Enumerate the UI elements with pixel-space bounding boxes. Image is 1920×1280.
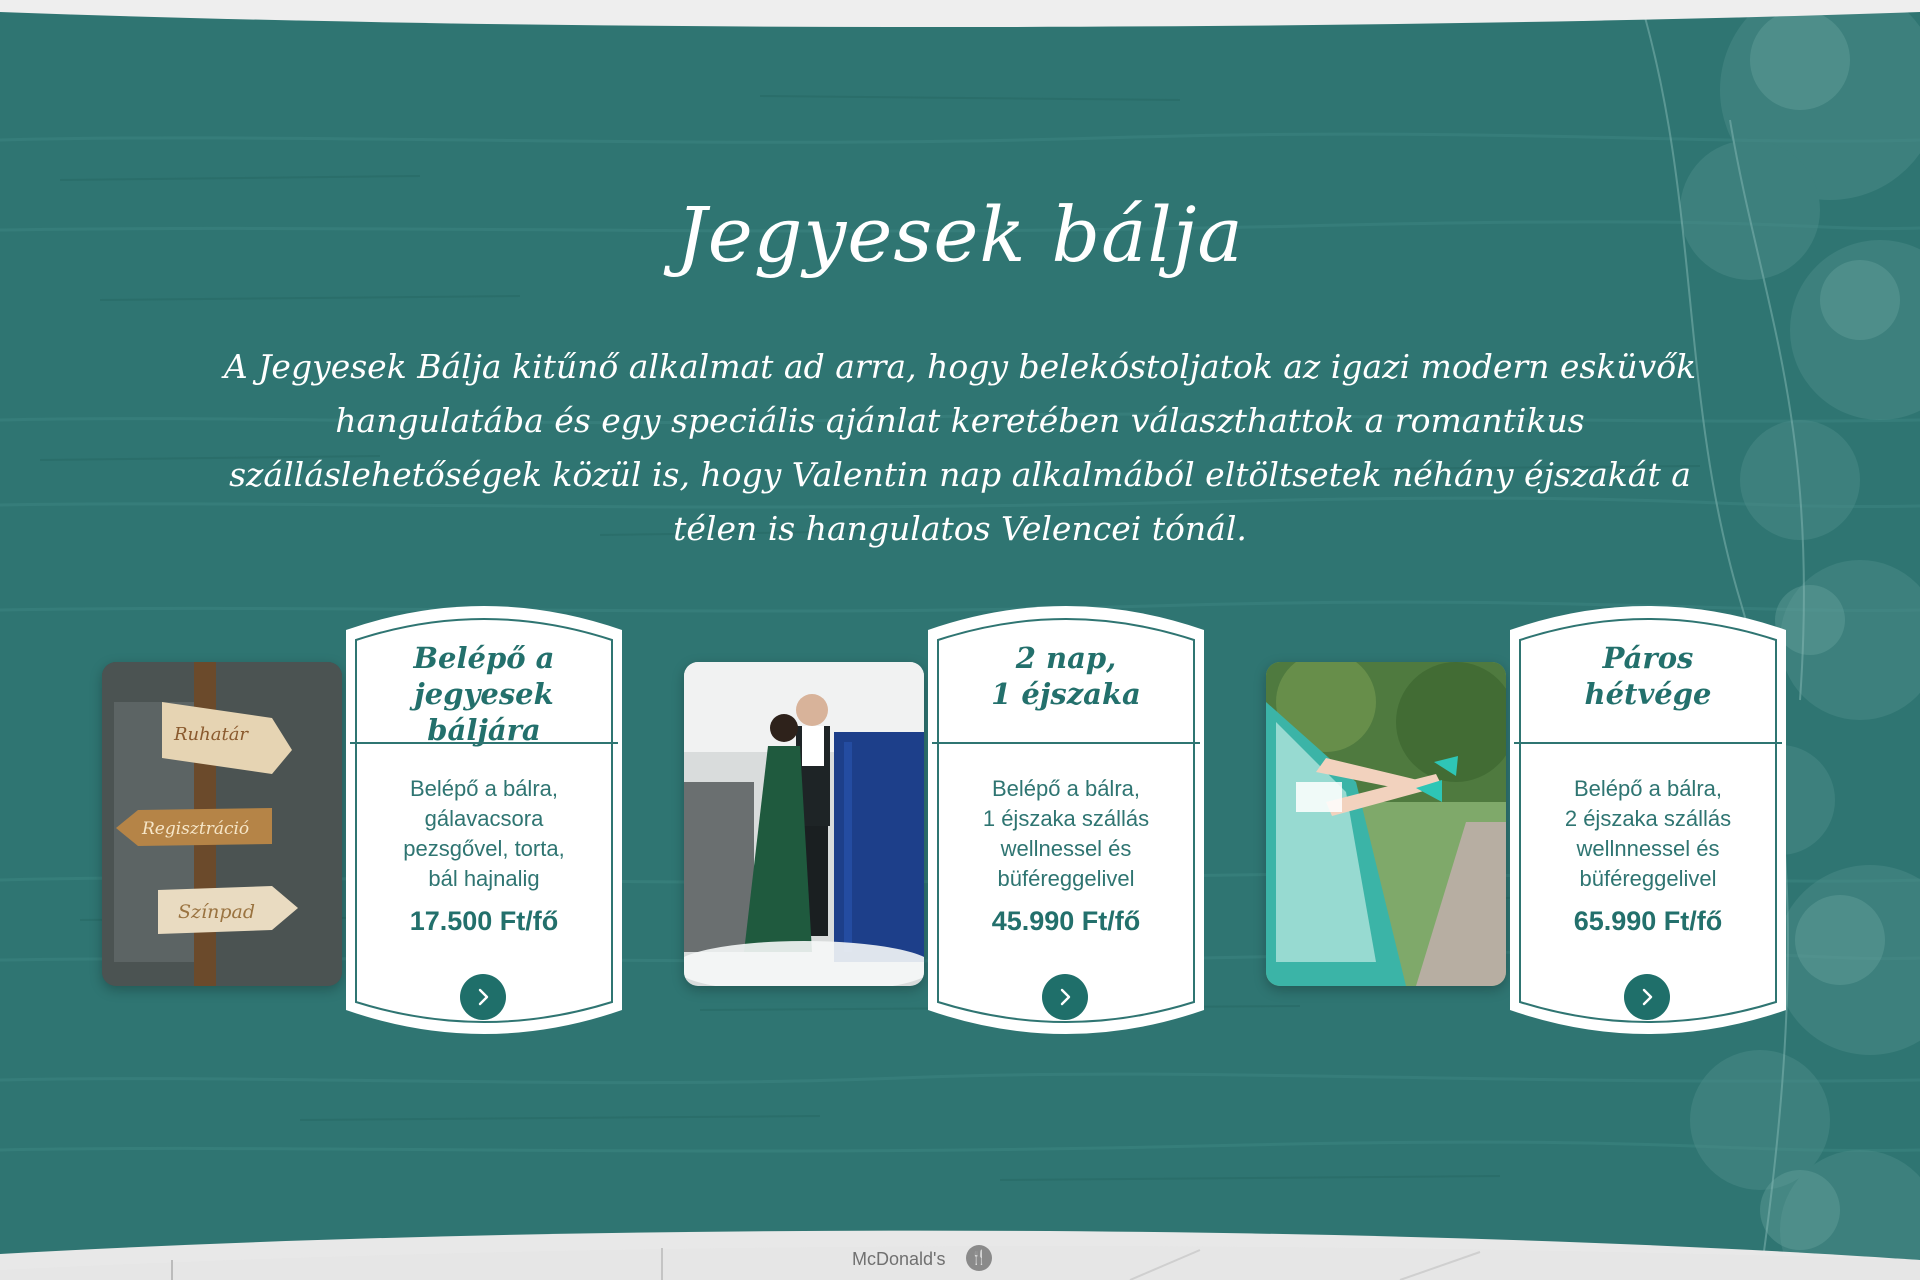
offer-heading-line: jegyesek báljára <box>414 677 554 747</box>
map-place-label[interactable]: McDonald's <box>852 1249 945 1270</box>
offer-card-weekend-for-two: Páros hétvége Belépő a bálra, 2 éjszaka … <box>1266 590 1786 1050</box>
offer-price: 65.990 Ft/fő <box>1573 906 1723 936</box>
svg-text:Regisztráció: Regisztráció <box>141 819 249 839</box>
chevron-right-icon <box>1642 988 1653 1006</box>
chevron-right-icon <box>478 988 489 1006</box>
offer-card-ball-entry: Ruhatár Regisztráció Színpad Belépő a je… <box>102 590 622 1050</box>
card-divider <box>1514 742 1782 744</box>
offer-details-button[interactable] <box>1042 974 1088 1020</box>
offer-description-line: gálavacsora <box>424 806 544 831</box>
offer-price: 17.500 Ft/fő <box>409 906 559 936</box>
offer-card-2-days-1-night: 2 nap, 1 éjszaka Belépő a bálra, 1 éjsza… <box>684 590 1204 1050</box>
car-window-legs-photo <box>1266 662 1506 986</box>
offer-heading: Páros hétvége <box>1522 640 1774 712</box>
offer-heading-line: 1 éjszaka <box>991 677 1141 711</box>
section-title: Jegyesek bálja <box>676 190 1244 279</box>
card-divider <box>350 742 618 744</box>
offer-description-line: pezsgővel, torta, <box>403 836 565 861</box>
offer-card-panel: Páros hétvége Belépő a bálra, 2 éjszaka … <box>1502 590 1794 1050</box>
offer-card-panel: Belépő a jegyesek báljára Belépő a bálra… <box>338 590 630 1050</box>
map-preview[interactable] <box>0 1230 1920 1280</box>
offer-heading: 2 nap, 1 éjszaka <box>940 640 1192 712</box>
offer-details-button[interactable] <box>460 974 506 1020</box>
section-intro: A Jegyesek Bálja kitűnő alkalmat ad arra… <box>223 347 1697 548</box>
offer-heading-line: Páros <box>1602 641 1694 675</box>
offer-description-line: bál hajnalig <box>428 866 540 891</box>
offer-description: Belépő a bálra, 2 éjszaka szállás wellnn… <box>1522 774 1774 894</box>
offer-description-line: wellnnessel és <box>1576 836 1720 861</box>
offer-description: Belépő a bálra, gálavacsora pezsgővel, t… <box>358 774 610 894</box>
offer-description-line: Belépő a bálra, <box>1574 776 1722 801</box>
top-wave-edge <box>0 0 1920 28</box>
chevron-right-icon <box>1060 988 1071 1006</box>
offer-description-line: Belépő a bálra, <box>992 776 1140 801</box>
card-divider <box>932 742 1200 744</box>
offer-description-line: büféreggelivel <box>997 866 1135 891</box>
offer-description-line: wellnessel és <box>1000 836 1132 861</box>
offer-description: Belépő a bálra, 1 éjszaka szállás wellne… <box>940 774 1192 894</box>
svg-text:Színpad: Színpad <box>178 901 255 923</box>
jegyesek-balja-section: Jegyesek bálja A Jegyesek Bálja kitűnő a… <box>0 0 1920 1280</box>
offer-heading-line: hétvége <box>1584 677 1712 711</box>
restaurant-pin-icon[interactable]: 🍴 <box>966 1245 992 1271</box>
dancing-couple-photo <box>684 662 924 986</box>
offer-description-line: 2 éjszaka szállás <box>1564 806 1732 831</box>
svg-text:Ruhatár: Ruhatár <box>173 724 249 745</box>
offer-card-panel: 2 nap, 1 éjszaka Belépő a bálra, 1 éjsza… <box>920 590 1212 1050</box>
offer-description-line: 1 éjszaka szállás <box>982 806 1150 831</box>
offer-description-line: büféreggelivel <box>1579 866 1717 891</box>
offer-heading-line: 2 nap, <box>1015 641 1117 675</box>
offer-price: 45.990 Ft/fő <box>991 906 1141 936</box>
offer-heading: Belépő a jegyesek báljára <box>358 640 610 748</box>
offer-heading-line: Belépő a <box>413 641 555 675</box>
offer-description-line: Belépő a bálra, <box>410 776 558 801</box>
signpost-photo: Ruhatár Regisztráció Színpad <box>102 662 342 986</box>
offer-details-button[interactable] <box>1624 974 1670 1020</box>
